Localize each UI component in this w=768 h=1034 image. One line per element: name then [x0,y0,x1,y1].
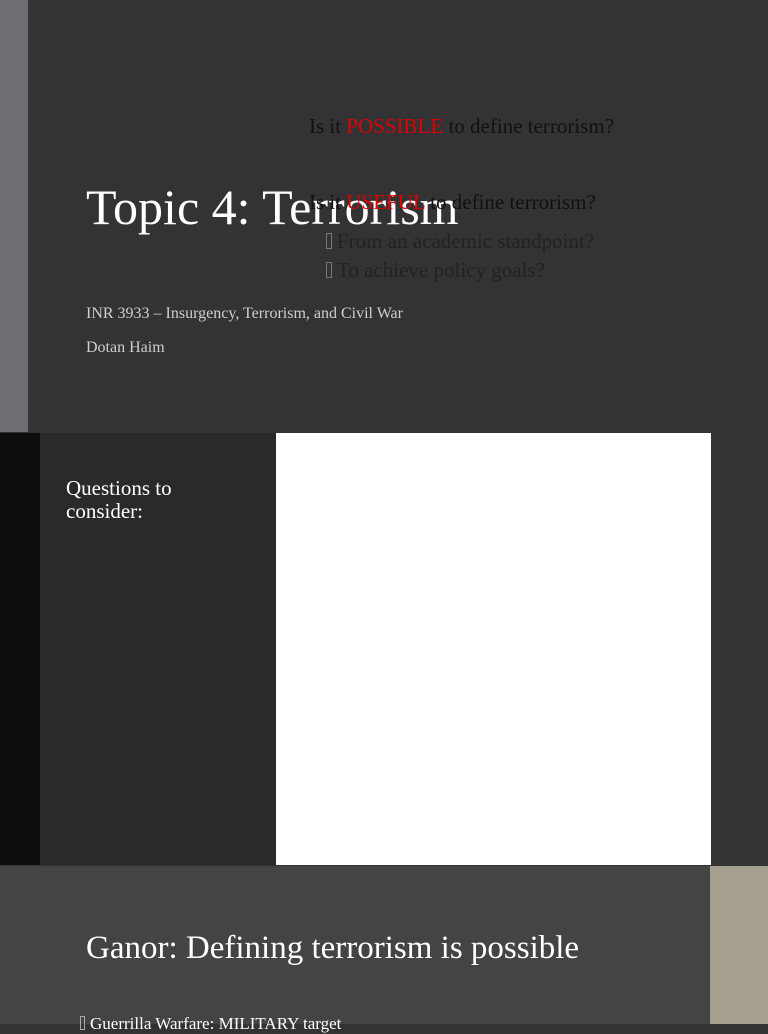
slide-questions: Questions to consider: [0,433,768,865]
bullet-icon [326,233,332,249]
question-possible: Is it POSSIBLE to define terrorism? [309,114,614,139]
q2-pre: Is it [309,190,347,214]
q1-post: to define terrorism? [443,114,615,138]
list-item: To achieve policy goals? [326,258,545,283]
q2-post: to define terrorism? [424,190,596,214]
bullet-text: From an academic standpoint? [337,229,595,253]
q2-emphasis: USEFUL [346,190,425,214]
bullet-icon [326,262,332,278]
author-name: Dotan Haim [86,339,165,356]
accent-bar [710,866,768,1024]
q1-pre: Is it [309,114,347,138]
course-subtitle: INR 3933 – Insurgency, Terrorism, and Ci… [86,305,403,322]
q1-emphasis: POSSIBLE [346,114,444,138]
list-item: Guerrilla Warfare: MILITARY target [80,1014,341,1034]
bullet-text: To achieve policy goals? [337,258,545,282]
black-strip [0,433,40,865]
accent-bar [0,0,28,432]
bullet-icon [80,1016,85,1030]
list-item: From an academic standpoint? [326,229,594,254]
slide-heading: Ganor: Defining terrorism is possible [86,930,580,966]
content-panel [276,433,711,865]
question-useful: Is it USEFUL to define terrorism? [309,190,596,215]
sidebar-heading: Questions to consider: [66,476,172,523]
